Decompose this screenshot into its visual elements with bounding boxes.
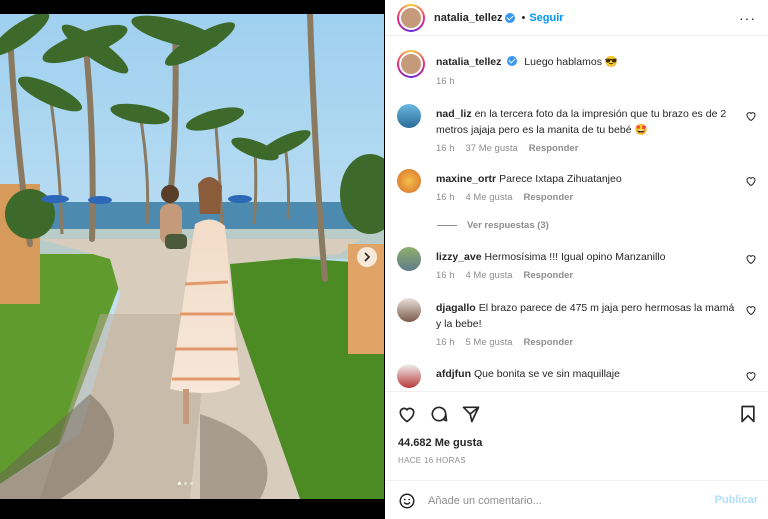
carousel-indicator <box>178 482 193 485</box>
post-header: natalia_tellez • Seguir ··· <box>385 0 768 36</box>
post-actions: 44.682 Me gusta HACE 16 HORAS Publicar <box>385 391 768 519</box>
comment-username[interactable]: nad_liz <box>436 108 472 120</box>
reply-button[interactable]: Responder <box>524 335 574 351</box>
post-photo[interactable] <box>0 14 384 499</box>
comment-username[interactable]: lizzy_ave <box>436 251 482 263</box>
commenter-avatar[interactable] <box>397 104 421 128</box>
publish-button[interactable]: Publicar <box>715 494 758 506</box>
view-replies-label: Ver respuestas (3) <box>467 220 549 231</box>
reply-button[interactable]: Responder <box>524 190 574 206</box>
view-replies-button[interactable]: Ver respuestas (3) <box>437 220 549 231</box>
post-timestamp: HACE 16 HORAS <box>398 456 466 465</box>
likes-count[interactable]: 44.682 Me gusta <box>398 437 482 449</box>
verified-badge-icon <box>507 56 518 66</box>
heart-icon[interactable] <box>745 110 757 122</box>
comment-username[interactable]: afdjfun <box>436 368 471 380</box>
next-photo-button[interactable] <box>357 247 377 267</box>
comment-text: El brazo parece de 475 m jaja pero hermo… <box>436 302 735 330</box>
heart-icon[interactable] <box>745 370 757 382</box>
comment-username[interactable]: maxine_ortr <box>436 173 496 185</box>
comment-text: Hermosísima !!! Igual opino Manzanillo <box>484 251 666 263</box>
verified-badge-icon <box>505 12 516 23</box>
caption-text: Luego hablamos 😎 <box>524 56 618 68</box>
commenter-avatar[interactable] <box>397 247 421 271</box>
comment-likes[interactable]: 4 Me gusta <box>466 268 513 284</box>
post-details-panel: natalia_tellez • Seguir ··· natalia_tell… <box>385 0 768 519</box>
author-avatar[interactable] <box>397 3 425 32</box>
comment-text: Parece Ixtapa Zihuatanjeo <box>499 173 622 185</box>
comment-text: Que bonita se ve sin maquillaje <box>474 368 620 380</box>
comment-time: 16 h <box>436 337 455 348</box>
comment-likes[interactable]: 5 Me gusta <box>466 335 513 351</box>
commenter-avatar[interactable] <box>397 364 421 388</box>
share-icon[interactable] <box>461 404 481 424</box>
comments-list[interactable]: natalia_tellez Luego hablamos 😎 16 h nad… <box>385 36 768 391</box>
author-username[interactable]: natalia_tellez <box>434 12 502 24</box>
divider-line <box>437 225 457 226</box>
comment-icon[interactable] <box>429 404 449 424</box>
carousel-dot <box>178 482 181 485</box>
bookmark-icon[interactable] <box>738 404 758 424</box>
reply-button[interactable]: Responder <box>529 141 579 157</box>
comment-text: en la tercera foto da la impresión que t… <box>436 108 727 136</box>
emoji-icon[interactable] <box>398 492 416 510</box>
carousel-dot <box>184 482 187 485</box>
caption-avatar[interactable] <box>397 50 425 78</box>
more-options-icon[interactable]: ··· <box>739 10 756 26</box>
comment-time: 16 h <box>436 192 455 203</box>
heart-icon[interactable] <box>745 304 757 316</box>
heart-icon[interactable] <box>397 404 417 424</box>
comment-time: 16 h <box>436 270 455 281</box>
comment-time: 16 h <box>436 143 455 154</box>
add-comment-bar: Publicar <box>385 480 768 519</box>
caption-username[interactable]: natalia_tellez <box>436 56 501 68</box>
caption-time: 16 h <box>436 76 455 87</box>
follow-button[interactable]: Seguir <box>529 12 563 24</box>
heart-icon[interactable] <box>745 175 757 187</box>
carousel-dot <box>190 482 193 485</box>
reply-button[interactable]: Responder <box>524 268 574 284</box>
comment-likes[interactable]: 4 Me gusta <box>466 190 513 206</box>
comment-username[interactable]: djagallo <box>436 302 476 314</box>
separator: • <box>521 11 526 24</box>
comment-likes[interactable]: 37 Me gusta <box>466 141 518 157</box>
comment-input[interactable] <box>428 494 698 507</box>
commenter-avatar[interactable] <box>397 169 421 193</box>
heart-icon[interactable] <box>745 253 757 265</box>
post-media <box>0 0 385 519</box>
chevron-right-icon <box>364 252 371 262</box>
commenter-avatar[interactable] <box>397 298 421 322</box>
